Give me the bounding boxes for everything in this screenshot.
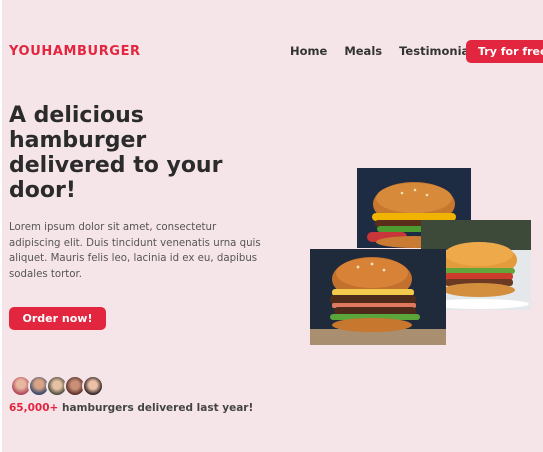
burger-photo-3 [310, 249, 446, 345]
customer-avatars [10, 375, 104, 397]
stat-text: hamburgers delivered last year! [61, 402, 254, 414]
try-for-free-button[interactable]: Try for free [466, 40, 543, 63]
stat-number: 65,000+ [9, 402, 59, 414]
main-nav: Home Meals Testimonials [290, 44, 480, 58]
logo[interactable]: YOUHAMBURGER [9, 44, 141, 59]
nav-home[interactable]: Home [290, 44, 327, 58]
delivery-stat: 65,000+ hamburgers delivered last year! [9, 402, 253, 414]
left-edge-strip [0, 0, 2, 452]
hero-description: Lorem ipsum dolor sit amet, consectetur … [9, 222, 261, 280]
avatar [82, 375, 104, 397]
order-now-button[interactable]: Order now! [9, 307, 106, 330]
nav-meals[interactable]: Meals [344, 44, 382, 58]
hero-title: A delicious hamburger delivered to your … [9, 103, 223, 203]
